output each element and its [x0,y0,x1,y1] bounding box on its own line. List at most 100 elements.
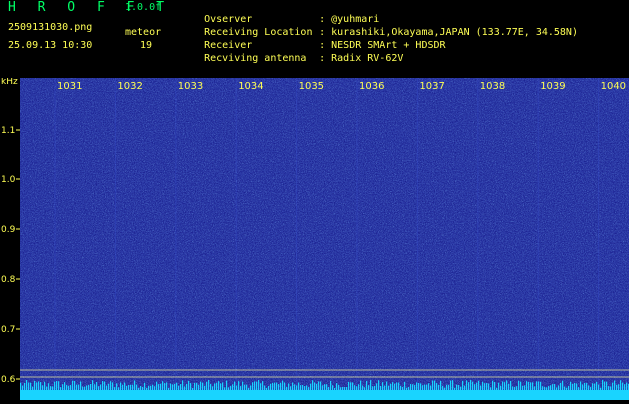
noise-floor-spike [504,382,506,390]
noise-floor-spike [220,383,222,390]
noise-floor-spike [446,384,448,390]
noise-floor-spike [470,380,472,390]
x-tick-label: 1040 [601,81,626,92]
noise-floor-spike [356,386,358,390]
noise-floor-spike [284,382,286,390]
noise-floor-spike [458,384,460,390]
noise-floor-spike [86,385,88,390]
noise-floor-spike [566,387,568,390]
noise-floor-spike [420,383,422,390]
noise-floor-spike [318,381,320,390]
noise-floor-spike [92,380,94,390]
noise-floor-spike [36,382,38,390]
noise-floor-spike [256,381,258,390]
noise-floor-spike [150,385,152,390]
noise-floor-spike [402,386,404,390]
noise-floor-spike [168,387,170,390]
noise-floor-spike [124,382,126,390]
noise-floor-spike [82,386,84,390]
noise-floor-spike [604,381,606,390]
noise-floor-spike [90,383,92,390]
x-tick-label: 1034 [238,81,263,92]
noise-floor-band [20,390,629,400]
noise-floor-spike [328,386,330,390]
noise-floor-spike [162,381,164,390]
noise-floor-spike [306,385,308,390]
noise-floor-spike [176,382,178,390]
noise-floor-spike [140,385,142,390]
y-tick-label: 1.1 [1,126,15,136]
y-tick-label: 1.0 [1,175,16,185]
y-axis-unit: kHz [1,78,18,87]
noise-floor-spike [292,382,294,390]
noise-floor-spike [488,383,490,390]
noise-floor-spike [40,382,42,390]
noise-floor-spike [272,382,274,390]
noise-floor-spike [440,380,442,390]
noise-floor-spike [586,383,588,390]
noise-floor-spike [102,381,104,390]
noise-floor-spike [184,386,186,390]
noise-floor-spike [152,384,154,390]
noise-floor-spike [360,380,362,390]
noise-floor-spike [416,382,418,390]
noise-floor-spike [88,384,90,390]
noise-floor-spike [158,384,160,390]
noise-floor-spike [520,381,522,390]
noise-floor-spike [270,383,272,390]
noise-floor-spike [372,386,374,390]
noise-floor-spike [156,381,158,390]
spectrogram-svg: kHz 1.1 1.0 0.9 0.8 0.7 0.6 1031 1032 1033 1034 1… [1,77,629,400]
noise-floor-spike [70,385,72,390]
noise-floor-spike [76,384,78,390]
noise-floor-spike [332,385,334,390]
noise-floor-spike [426,384,428,390]
noise-floor-spike [310,383,312,390]
noise-floor-spike [194,382,196,390]
noise-floor-spike [542,386,544,390]
spectrogram-panel: kHz 1.1 1.0 0.9 0.8 0.7 0.6 1031 1032 1033 1034 1… [0,77,629,400]
noise-floor-spike [428,383,430,390]
noise-floor-spike [32,386,34,390]
noise-floor-spike [234,381,236,390]
noise-floor-spike [548,386,550,390]
noise-floor-spike [382,382,384,390]
noise-floor-spike [364,387,366,390]
spectrum-sparkle-layer [20,78,629,390]
noise-floor-spike [618,384,620,390]
noise-floor-spike [376,383,378,390]
noise-floor-spike [188,380,190,390]
noise-floor-spike [190,383,192,390]
noise-floor-spike [54,381,56,390]
noise-floor-spike [554,384,556,390]
noise-floor-spike [516,386,518,390]
detection-mode: meteor [125,27,162,38]
noise-floor-spike [430,385,432,390]
noise-floor-spike [540,381,542,390]
capture-datetime: 25.09.13 10:30 [8,40,93,51]
noise-floor-spike [528,381,530,390]
y-tick-label: 0.8 [1,275,16,285]
noise-floor-spike [118,387,120,390]
noise-floor-spike [560,382,562,390]
noise-floor-spike [112,382,114,390]
noise-floor-spike [316,383,318,390]
y-axis: 1.1 1.0 0.9 0.8 0.7 0.6 [1,126,20,385]
noise-floor-spike [576,383,578,390]
noise-floor-spike [338,384,340,390]
noise-floor-spike [276,382,278,390]
noise-floor-spike [362,385,364,390]
noise-floor-spike [438,384,440,390]
noise-floor-spike [456,384,458,390]
x-tick-label: 1036 [359,81,384,92]
noise-floor-spike [350,382,352,390]
noise-floor-spike [206,381,208,390]
noise-floor-spike [330,380,332,390]
noise-floor-spike [302,384,304,390]
noise-floor-spike [232,384,234,390]
noise-floor-spike [200,381,202,390]
noise-floor-spike [564,386,566,390]
noise-floor-spike [472,381,474,390]
noise-floor-spike [226,380,228,390]
noise-floor-spike [342,386,344,390]
